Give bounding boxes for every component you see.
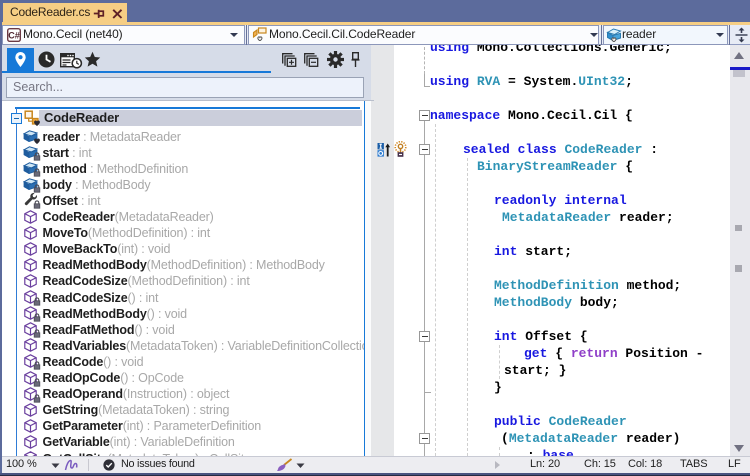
svg-text:C#: C# bbox=[8, 30, 20, 40]
